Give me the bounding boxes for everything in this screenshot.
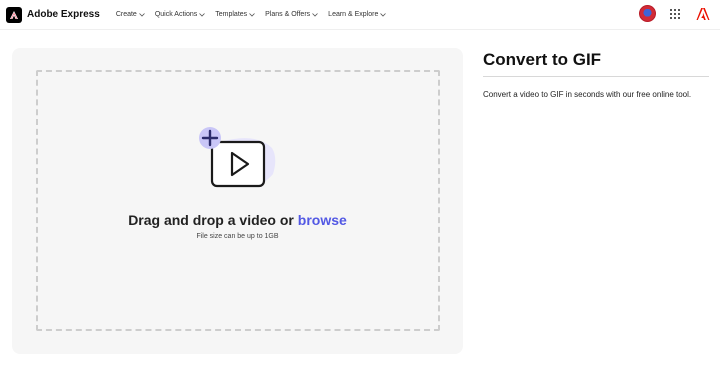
- nav-templates[interactable]: Templates: [215, 11, 255, 18]
- main-nav: Create Quick Actions Templates Plans & O…: [116, 11, 397, 18]
- adobe-logo-icon[interactable]: [696, 7, 710, 21]
- nav-learn-explore[interactable]: Learn & Explore: [328, 11, 387, 18]
- upload-dropzone[interactable]: Drag and drop a video or browse File siz…: [12, 48, 463, 354]
- chevron-down-icon: [199, 12, 206, 17]
- avatar[interactable]: [639, 5, 656, 22]
- nav-label: Learn & Explore: [328, 11, 379, 18]
- nav-create[interactable]: Create: [116, 11, 145, 18]
- header-actions: [639, 5, 710, 22]
- app-switcher-icon[interactable]: [670, 8, 680, 19]
- top-navigation-bar: Adobe Express Create Quick Actions Templ…: [0, 0, 720, 30]
- nav-label: Quick Actions: [154, 11, 198, 18]
- adobe-express-logo-icon: [6, 6, 22, 23]
- dropzone-title-text: Drag and drop a video or: [128, 212, 294, 228]
- page-description: Convert a video to GIF in seconds with o…: [483, 90, 692, 99]
- divider: [483, 76, 709, 77]
- file-size-note: File size can be up to 1GB: [196, 233, 279, 240]
- nav-plans-offers[interactable]: Plans & Offers: [265, 11, 318, 18]
- chevron-down-icon: [380, 12, 387, 17]
- browse-link[interactable]: browse: [298, 212, 347, 228]
- chevron-down-icon: [312, 12, 318, 17]
- video-upload-icon: [199, 127, 276, 188]
- page-title: Convert to GIF: [483, 50, 602, 69]
- nav-quick-actions[interactable]: Quick Actions: [154, 11, 206, 18]
- dropzone-title: Drag and drop a video or browse: [12, 212, 463, 228]
- chevron-down-icon: [139, 12, 145, 17]
- nav-label: Create: [115, 11, 137, 18]
- brand-name: Adobe Express: [27, 9, 100, 20]
- nav-label: Plans & Offers: [265, 11, 311, 18]
- chevron-down-icon: [249, 12, 255, 17]
- nav-label: Templates: [215, 11, 248, 18]
- dropzone-border: [36, 70, 440, 331]
- brand-logo[interactable]: Adobe Express: [6, 6, 100, 23]
